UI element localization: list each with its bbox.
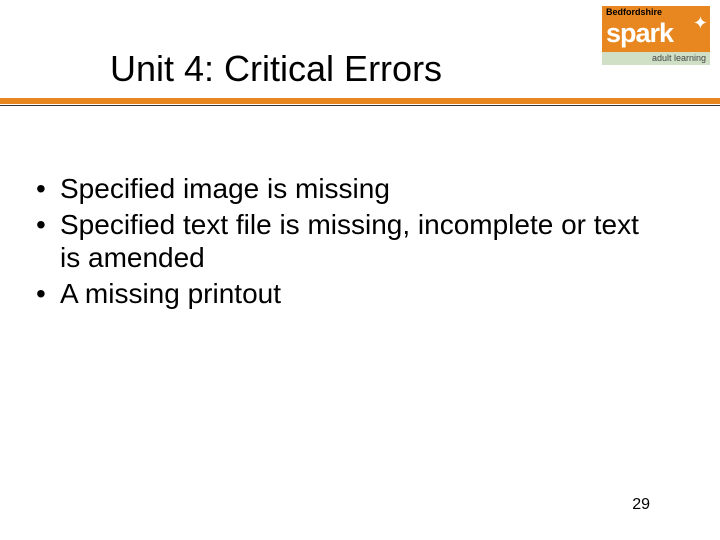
page-number: 29 bbox=[632, 496, 650, 514]
brand-logo: Bedfordshire spark ✦ adult learning bbox=[602, 6, 710, 65]
bullet-icon: • bbox=[34, 208, 60, 242]
logo-brand-block: spark ✦ bbox=[602, 18, 710, 52]
bullet-icon: • bbox=[34, 172, 60, 206]
bullet-text: Specified text file is missing, incomple… bbox=[60, 208, 660, 275]
list-item: • A missing printout bbox=[34, 277, 660, 311]
slide-title: Unit 4: Critical Errors bbox=[110, 48, 442, 90]
logo-tagline: adult learning bbox=[602, 52, 710, 65]
bullet-text: Specified image is missing bbox=[60, 172, 660, 206]
title-underline-thin bbox=[0, 105, 720, 106]
sparkle-icon: ✦ bbox=[693, 14, 708, 32]
bullet-list: • Specified image is missing • Specified… bbox=[34, 172, 660, 312]
logo-brand-word: spark bbox=[606, 18, 673, 48]
bullet-text: A missing printout bbox=[60, 277, 660, 311]
bullet-icon: • bbox=[34, 277, 60, 311]
list-item: • Specified image is missing bbox=[34, 172, 660, 206]
title-underline-thick bbox=[0, 98, 720, 104]
list-item: • Specified text file is missing, incomp… bbox=[34, 208, 660, 275]
